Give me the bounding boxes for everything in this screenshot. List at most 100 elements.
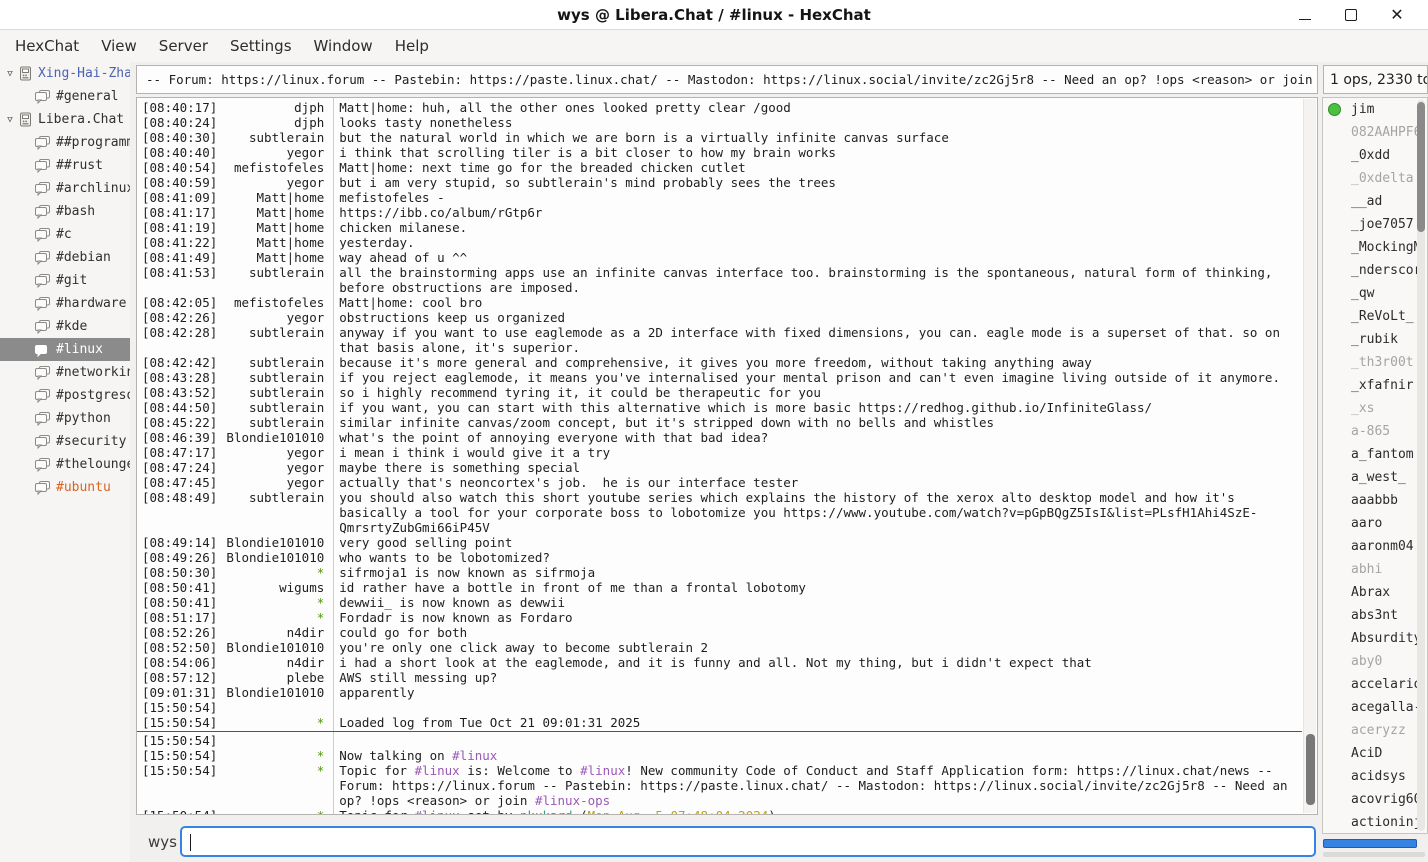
userlist-item--rubik[interactable]: _rubik (1323, 328, 1427, 351)
tree-item--c[interactable]: #c (0, 223, 130, 246)
user-list[interactable]: jim082AAHPF6_0xdd_0xdelta__ad _joe7057 _Mo… (1322, 97, 1428, 834)
tree-item--archlinux[interactable]: #archlinux (0, 177, 130, 200)
userlist-item-aaabbb[interactable]: aaabbb (1323, 489, 1427, 512)
tree-item-xing-hai-zhan[interactable]: ▽Xing-Hai-Zhan (0, 62, 130, 85)
userlist-item-acid[interactable]: AciD (1323, 742, 1427, 765)
tree-item--postgresql[interactable]: #postgresql (0, 384, 130, 407)
tree-item--general[interactable]: #general (0, 85, 130, 108)
menu-view[interactable]: View (90, 32, 148, 60)
userlist-item-a-865[interactable]: a-865 (1323, 420, 1427, 443)
userlist-item--0xdd[interactable]: _0xdd (1323, 144, 1427, 167)
userlist-item-accelario[interactable]: accelario (1323, 673, 1427, 696)
minimize-button[interactable] (1282, 0, 1328, 30)
menu-hexchat[interactable]: HexChat (4, 32, 90, 60)
chat-area[interactable]: [08:40:17]djphMatt|home: huh, all the ot… (136, 97, 1318, 815)
userlist-item-a-west-[interactable]: a_west_ (1323, 466, 1427, 489)
tree-item--ubuntu[interactable]: #ubuntu (0, 476, 130, 499)
userlist-item--qw[interactable]: _qw (1323, 282, 1427, 305)
message-text: Topic for #linux set by nkukard (Mon Aug… (329, 808, 1302, 815)
tree-item--python[interactable]: #python (0, 407, 130, 430)
menu-settings[interactable]: Settings (219, 32, 303, 60)
tree-item-label: ##rust (56, 158, 103, 173)
userlist-item-acegalla-[interactable]: acegalla- (1323, 696, 1427, 719)
userlist-item--nderscor[interactable]: _nderscor (1323, 259, 1427, 282)
message-text: i mean i think i would give it a try (329, 445, 1302, 460)
event-star: * (217, 808, 329, 815)
tree-item--security[interactable]: #security (0, 430, 130, 453)
message-text: Matt|home: cool bro (329, 295, 1302, 310)
message-text: apparently (329, 685, 1302, 700)
userlist-item-absurdity[interactable]: Absurdity (1323, 627, 1427, 650)
menu-bar: HexChatViewServerSettingsWindowHelp (0, 30, 1428, 62)
userlist-item-aaro[interactable]: aaro (1323, 512, 1427, 535)
userlist-item--xs[interactable]: _xs (1323, 397, 1427, 420)
maximize-button[interactable] (1328, 0, 1374, 30)
message-nick: Blondie101010 (217, 430, 329, 445)
userlist-item--ad[interactable]: __ad (1323, 190, 1427, 213)
event-star: * (217, 763, 329, 778)
message-timestamp: [08:41:53] (137, 265, 217, 280)
tree-item--programming[interactable]: ##programming (0, 131, 130, 154)
userlist-item-abhi[interactable]: abhi (1323, 558, 1427, 581)
message-input[interactable] (190, 830, 1310, 853)
userlist-nick: aaro (1351, 516, 1382, 531)
userlist-item--xfafnir[interactable]: _xfafnir (1323, 374, 1427, 397)
tree-item--kde[interactable]: #kde (0, 315, 130, 338)
tree-item-label: #archlinux (56, 181, 130, 196)
chat-message-row: [08:42:26]yegorobstructions keep us orga… (137, 310, 1302, 325)
userlist-item--joe7057[interactable]: _joe7057 (1323, 213, 1427, 236)
tree-item-libera-chat[interactable]: ▽Libera.Chat (0, 108, 130, 131)
message-nick: yegor (217, 175, 329, 190)
tree-item--networking[interactable]: #networking (0, 361, 130, 384)
userlist-item-acovrig60[interactable]: acovrig60 (1323, 788, 1427, 811)
expander-triangle-icon[interactable]: ▽ (2, 115, 18, 125)
tree-item--linux[interactable]: #linux (0, 338, 130, 361)
close-button[interactable]: ✕ (1374, 0, 1420, 30)
tree-item--thelounge[interactable]: #thelounge (0, 453, 130, 476)
message-text: chicken milanese. (329, 220, 1302, 235)
userlist-item-acidsys[interactable]: acidsys (1323, 765, 1427, 788)
message-text: very good selling point (329, 535, 1302, 550)
user-rows: jim082AAHPF6_0xdd_0xdelta__ad _joe7057 _Mo… (1323, 98, 1427, 834)
chat-scrollbar[interactable] (1303, 99, 1316, 813)
topic-bar[interactable]: -- Forum: https://linux.forum -- Pastebi… (136, 65, 1318, 94)
message-text: anyway if you want to use eaglemode as a… (329, 325, 1302, 355)
message-nick: Blondie101010 (217, 535, 329, 550)
menu-server[interactable]: Server (148, 32, 219, 60)
chat-scrollbar-thumb[interactable] (1306, 734, 1315, 805)
userlist-item-aby0[interactable]: aby0 (1323, 650, 1427, 673)
userlist-item-abs3nt[interactable]: abs3nt (1323, 604, 1427, 627)
message-text: if you want, you can start with this alt… (329, 400, 1302, 415)
tree-item--debian[interactable]: #debian (0, 246, 130, 269)
userlist-nick: _joe7057 (1351, 217, 1414, 232)
message-input-box[interactable] (180, 826, 1316, 857)
userlist-item-aaronm04[interactable]: aaronm04 (1323, 535, 1427, 558)
userlist-item-aceryzz[interactable]: aceryzz (1323, 719, 1427, 742)
userlist-item--mockingm[interactable]: _MockingM (1323, 236, 1427, 259)
message-nick: subtlerain (217, 355, 329, 370)
chat-message-row: [08:48:49]subtlerainyou should also watc… (137, 490, 1302, 535)
userlist-item-jim[interactable]: jim (1323, 98, 1427, 121)
userlist-item--revolt-[interactable]: _ReVoLt_ (1323, 305, 1427, 328)
message-nick: mefistofeles (217, 160, 329, 175)
message-nick: yegor (217, 310, 329, 325)
userlist-item-actioninj[interactable]: actioninj (1323, 811, 1427, 834)
message-nick: Matt|home (217, 220, 329, 235)
expander-triangle-icon[interactable]: ▽ (2, 69, 18, 79)
message-segment-date: Mon Aug 5 07:48:04 2024 (588, 808, 769, 815)
tree-item--git[interactable]: #git (0, 269, 130, 292)
tree-item--hardware[interactable]: #hardware (0, 292, 130, 315)
menu-window[interactable]: Window (303, 32, 384, 60)
menu-help[interactable]: Help (384, 32, 440, 60)
tree-item--rust[interactable]: ##rust (0, 154, 130, 177)
message-text: all the brainstorming apps use an infini… (329, 265, 1302, 295)
userlist-item--th3r00t[interactable]: _th3r00t (1323, 351, 1427, 374)
tree-item--bash[interactable]: #bash (0, 200, 130, 223)
userlist-item-abrax[interactable]: Abrax (1323, 581, 1427, 604)
chat-message-row: [08:52:50]Blondie101010you're only one c… (137, 640, 1302, 655)
userlist-scrollbar-thumb[interactable] (1417, 102, 1425, 232)
tree-item-label: #ubuntu (56, 480, 111, 495)
userlist-item-a-fantom[interactable]: a_fantom (1323, 443, 1427, 466)
userlist-item--0xdelta[interactable]: _0xdelta (1323, 167, 1427, 190)
userlist-item-082aahpf6[interactable]: 082AAHPF6 (1323, 121, 1427, 144)
